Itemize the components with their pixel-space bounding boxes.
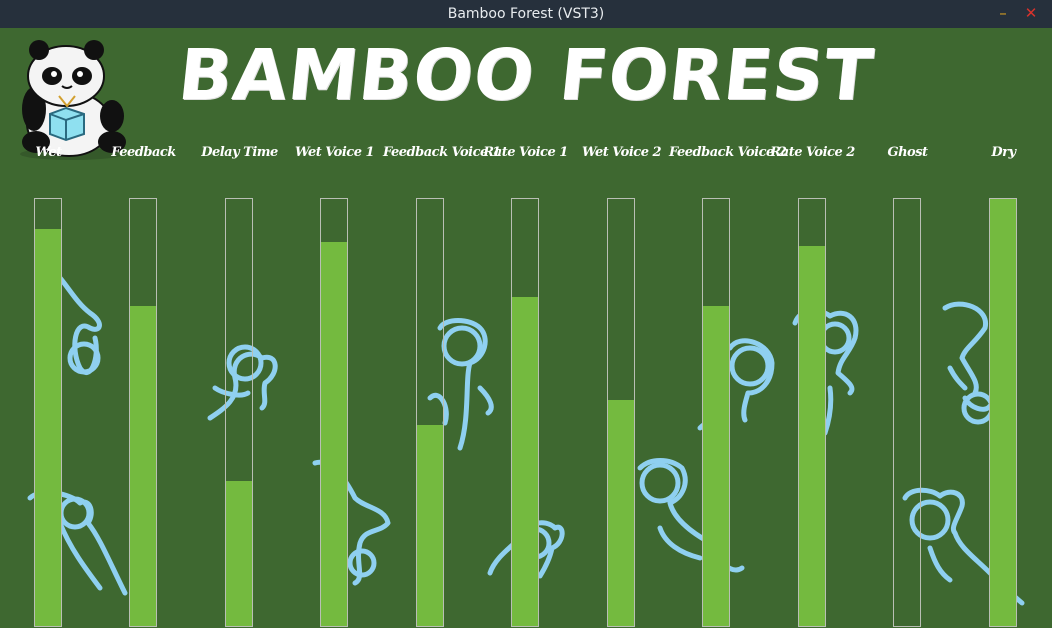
slider-wet[interactable] (34, 198, 62, 627)
plugin-panel: BAMBOO FOREST Wet Feedback Delay Time Wet V… (0, 28, 1052, 628)
slider-rate-voice-1[interactable] (511, 198, 539, 627)
slider-fill (512, 297, 538, 626)
slider-fill (130, 305, 156, 626)
minimize-icon[interactable]: – (992, 3, 1014, 25)
slider-feedback-voice-2[interactable] (702, 198, 730, 627)
window-title: Bamboo Forest (VST3) (447, 6, 605, 22)
slider-fill (35, 228, 61, 626)
slider-label: Rate Voice 2 (770, 145, 855, 160)
slider-label: Ghost (887, 145, 928, 160)
slider-rate-voice-2[interactable] (798, 198, 826, 627)
slider-fill (799, 245, 825, 626)
bamboo-forest-logo: BAMBOO FOREST (174, 34, 878, 116)
slider-dry[interactable] (989, 198, 1017, 627)
slider-label: Dry (991, 145, 1016, 160)
slider-label: Rate Voice 1 (483, 145, 568, 160)
slider-label: Feedback (111, 145, 176, 160)
slider-label: Wet (35, 145, 62, 160)
slider-feedback-voice-1[interactable] (416, 198, 444, 627)
slider-ghost[interactable] (893, 198, 921, 627)
slider-label: Wet Voice 2 (581, 145, 662, 160)
slider-wet-voice-2[interactable] (607, 198, 635, 627)
slider-label: Feedback Voice 2 (669, 145, 787, 160)
slider-delay-time[interactable] (225, 198, 253, 627)
slider-fill (226, 480, 252, 626)
slider-wet-voice-1[interactable] (320, 198, 348, 627)
title-bar: Bamboo Forest (VST3) – ✕ (0, 0, 1052, 28)
slider-fill (608, 399, 634, 626)
slider-label: Delay Time (201, 145, 278, 160)
slider-fill (321, 241, 347, 626)
slider-fill (990, 199, 1016, 626)
slider-feedback[interactable] (129, 198, 157, 627)
slider-fill (417, 425, 443, 626)
slider-fill (703, 305, 729, 626)
close-icon[interactable]: ✕ (1020, 3, 1042, 25)
slider-label: Wet Voice 1 (294, 145, 375, 160)
slider-label: Feedback Voice 1 (383, 145, 501, 160)
